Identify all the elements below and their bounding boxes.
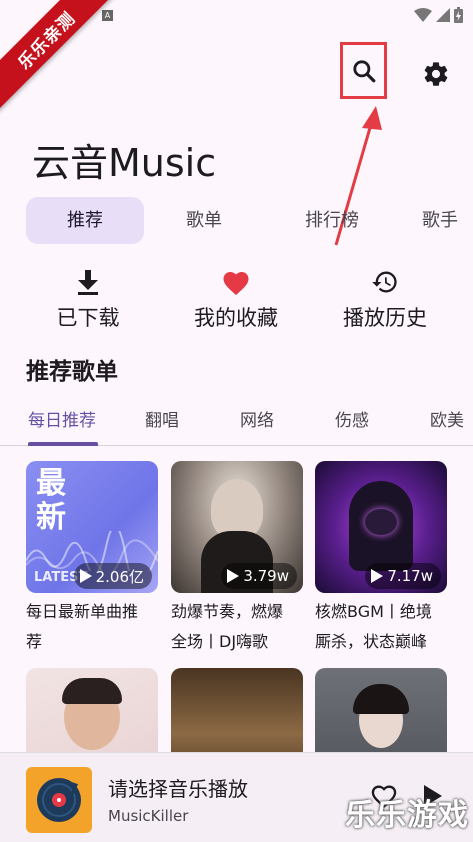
quick-action-label: 我的收藏 [194,306,278,330]
search-icon [352,59,375,82]
status-icons [414,7,463,23]
playlist-cover: 3.79w [171,461,303,593]
notification-icon: A [102,10,113,21]
tab-playlists[interactable]: 歌单 [154,197,254,244]
wifi-icon [414,8,432,22]
playlist-card[interactable]: 最新 LATEST 2.06亿 每日最新单曲推荐 [26,461,158,657]
cover-text: 最新 [36,466,66,535]
signal-icon [436,8,450,22]
playlist-cover: 最新 LATEST 2.06亿 [26,461,158,593]
category-tabs: 每日推荐 翻唱 网络 伤感 欧美 [0,398,473,446]
settings-button[interactable] [418,56,454,92]
category-sad[interactable]: 伤感 [335,406,369,431]
quick-action-label: 播放历史 [343,306,427,330]
player-title: 请选择音乐播放 [108,777,248,801]
battery-icon [454,7,463,23]
vinyl-record-icon [37,778,81,822]
tab-charts[interactable]: 排行榜 [282,197,382,244]
history-icon [372,271,397,293]
site-watermark: 乐乐游戏 [345,798,469,833]
playlist-name: 核燃BGM丨绝境 厮杀，状态巅峰 [315,602,432,651]
playlist-cover: 7.17w [315,461,447,593]
play-count-badge: 2.06亿 [73,563,152,589]
section-title: 推荐歌单 [26,359,118,385]
quick-action-label: 已下载 [56,306,120,330]
category-indicator [28,442,98,446]
playlist-name: 每日最新单曲推荐 [26,602,139,651]
play-count-badge: 7.17w [365,563,441,589]
category-cover[interactable]: 翻唱 [145,406,179,431]
gear-icon [424,62,448,86]
player-subtitle: MusicKiller [108,807,189,825]
quick-action-history[interactable]: 播放历史 [315,266,455,332]
play-icon [227,569,240,583]
category-daily[interactable]: 每日推荐 [28,406,96,431]
play-icon [371,569,384,583]
category-internet[interactable]: 网络 [240,406,274,431]
quick-action-favorites[interactable]: 我的收藏 [166,266,306,332]
tab-recommend[interactable]: 推荐 [26,197,144,244]
top-tabs: 推荐 歌单 排行榜 歌手 [26,197,473,244]
play-icon [79,569,92,583]
quick-action-downloads[interactable]: 已下载 [18,266,158,332]
player-artwork [26,767,92,833]
play-count-badge: 3.79w [221,563,297,589]
playlist-card[interactable]: 3.79w 劲爆节奏，燃爆 全场丨DJ嗨歌 [171,461,303,657]
app-title: 云音Music [32,141,217,185]
category-western[interactable]: 欧美 [430,406,464,431]
tab-artists[interactable]: 歌手 [422,197,473,244]
search-button[interactable] [340,42,387,99]
playlist-card[interactable]: 7.17w 核燃BGM丨绝境 厮杀，状态巅峰 [315,461,447,657]
download-icon [78,270,98,295]
heart-icon [223,272,249,296]
mini-player[interactable]: 请选择音乐播放 MusicKiller 乐乐游戏 [0,752,473,842]
playlist-name: 劲爆节奏，燃爆 全场丨DJ嗨歌 [171,602,284,651]
